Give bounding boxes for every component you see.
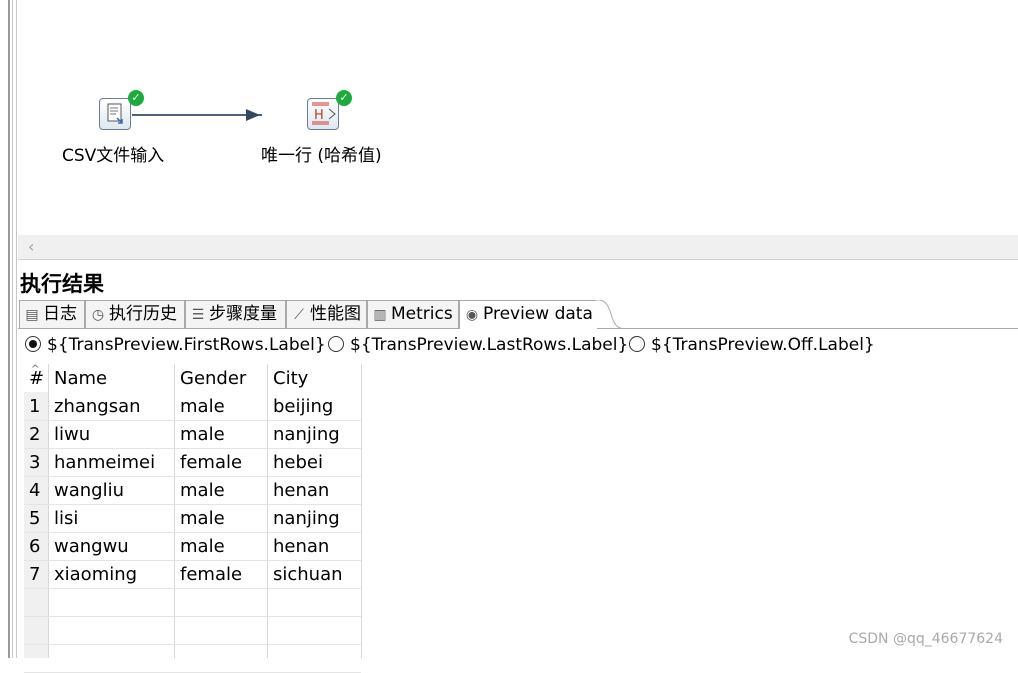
cell-name[interactable]: wangliu [54, 480, 124, 501]
tab-step-metrics[interactable]: ☰ 步骤度量 [185, 300, 286, 328]
cell-index[interactable]: 2 [29, 424, 40, 445]
cell-city[interactable]: beijing [273, 396, 333, 417]
row-separator [24, 588, 361, 589]
cell-gender[interactable]: male [180, 396, 225, 417]
radio-button[interactable] [328, 336, 344, 352]
cell-gender[interactable]: female [180, 564, 242, 585]
cell-index[interactable]: 3 [29, 452, 40, 473]
cell-index[interactable]: 7 [29, 564, 40, 585]
cell-city[interactable]: hebei [273, 452, 323, 473]
step-ok-check-icon: ✓ [128, 90, 144, 106]
tab-metrics[interactable]: ▥ Metrics [367, 300, 459, 328]
cell-city[interactable]: sichuan [273, 564, 343, 585]
step-label-csv-input: CSV文件输入 [62, 146, 165, 166]
radio-first-rows[interactable]: ${TransPreview.FirstRows.Label} [25, 332, 326, 358]
tab-preview-data[interactable]: ◉ Preview data [459, 300, 596, 329]
radio-off[interactable]: ${TransPreview.Off.Label} [629, 332, 875, 358]
cell-city[interactable]: henan [273, 536, 329, 557]
cell-index[interactable]: 6 [29, 536, 40, 557]
row-separator [24, 560, 361, 561]
execution-results-title: 执行结果 [20, 272, 104, 296]
results-tab-bar: ▤ 日志 ◷ 执行历史 ☰ 步骤度量 ⟋ 性能图 ▥ Metrics ◉ Preview d… [18, 300, 1018, 329]
cell-name[interactable]: zhangsan [54, 396, 141, 417]
row-separator [24, 616, 361, 617]
scroll-left-icon[interactable]: ‹ [28, 237, 34, 256]
step-ok-check-icon: ✓ [336, 90, 352, 106]
cell-city[interactable]: nanjing [273, 508, 340, 529]
preview-data-table[interactable]: ^ # Name Gender City 1 zhangsan male beijin… [24, 364, 1018, 673]
cell-gender[interactable]: male [180, 536, 225, 557]
cell-name[interactable]: liwu [54, 424, 90, 445]
canvas-horizontal-scrollbar[interactable]: ‹ [18, 235, 1018, 260]
performance-graph-icon: ⟋ [294, 307, 304, 323]
cell-name[interactable]: lisi [54, 508, 78, 529]
hop-arrow-icon [246, 109, 260, 121]
unique-rows-hash-icon: H [312, 102, 336, 125]
log-icon: ▤ [25, 307, 39, 323]
tab-history[interactable]: ◷ 执行历史 [85, 300, 185, 328]
preview-options: ${TransPreview.FirstRows.Label} ${TransP… [18, 332, 1018, 360]
cell-name[interactable]: xiaoming [54, 564, 137, 585]
left-panel-border [0, 0, 18, 658]
row-separator [24, 420, 361, 421]
row-separator [24, 644, 361, 645]
cell-index[interactable]: 5 [29, 508, 40, 529]
cell-gender[interactable]: male [180, 424, 225, 445]
cell-city[interactable]: nanjing [273, 424, 340, 445]
svg-text:H: H [314, 108, 324, 123]
csv-file-input-step[interactable] [99, 98, 131, 130]
row-separator [24, 504, 361, 505]
preview-eye-icon: ◉ [465, 307, 479, 323]
cell-city[interactable]: henan [273, 480, 329, 501]
csv-file-input-icon [107, 103, 123, 124]
row-separator [24, 476, 361, 477]
column-header-city[interactable]: City [273, 368, 308, 389]
radio-last-rows[interactable]: ${TransPreview.LastRows.Label} [328, 332, 628, 358]
column-header-name[interactable]: Name [54, 368, 107, 389]
cell-gender[interactable]: male [180, 508, 225, 529]
row-separator [24, 448, 361, 449]
tab-edge [595, 300, 621, 329]
hop-line[interactable] [132, 114, 262, 116]
cell-name[interactable]: wangwu [54, 536, 129, 557]
cell-gender[interactable]: male [180, 480, 225, 501]
radio-button[interactable] [629, 336, 645, 352]
metrics-icon: ▥ [373, 307, 387, 323]
unique-rows-hash-step[interactable]: H [307, 98, 339, 130]
cell-name[interactable]: hanmeimei [54, 452, 155, 473]
watermark: CSDN @qq_46677624 [848, 631, 1003, 647]
tab-performance-graph[interactable]: ⟋ 性能图 [286, 300, 367, 328]
tab-log[interactable]: ▤ 日志 [19, 300, 85, 328]
history-icon: ◷ [91, 307, 105, 323]
transformation-canvas[interactable]: ✓ CSV文件输入 H ✓ 唯一行 (哈希值) [18, 0, 1018, 235]
cell-gender[interactable]: female [180, 452, 242, 473]
cell-index[interactable]: 1 [29, 396, 40, 417]
step-label-unique-rows: 唯一行 (哈希值) [261, 146, 382, 166]
radio-button-selected[interactable] [25, 336, 41, 352]
row-separator [24, 532, 361, 533]
column-header-gender[interactable]: Gender [180, 368, 246, 389]
column-header-index[interactable]: # [29, 368, 44, 389]
cell-index[interactable]: 4 [29, 480, 40, 501]
step-metrics-icon: ☰ [191, 307, 205, 323]
